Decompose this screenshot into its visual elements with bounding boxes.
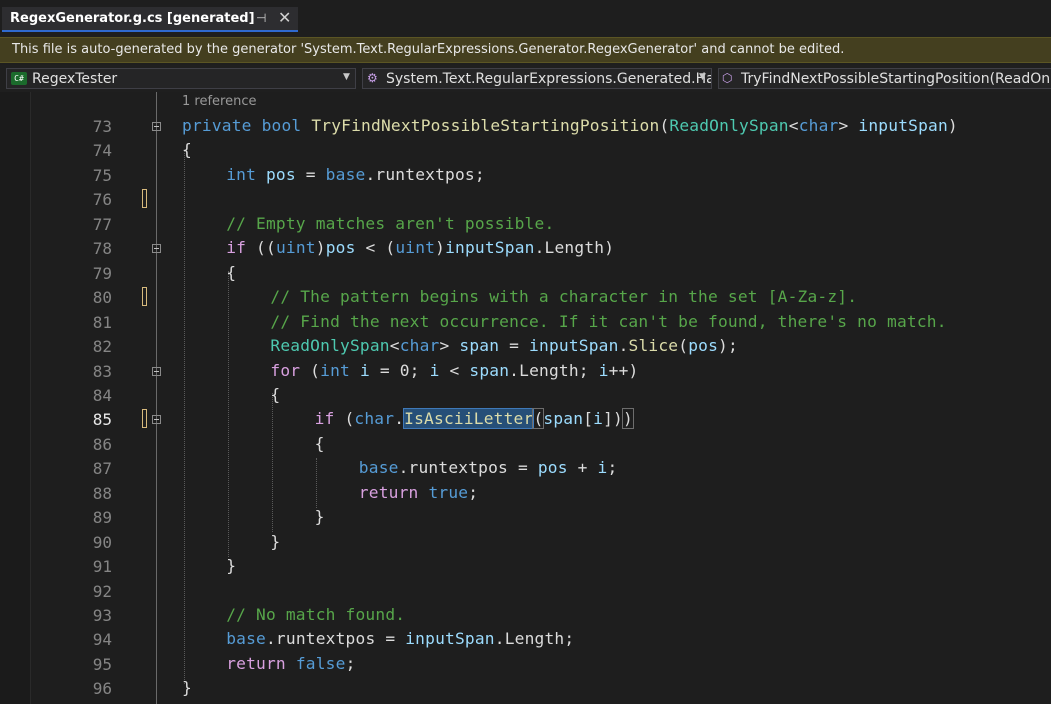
- code-line[interactable]: 79 {: [0, 261, 1051, 286]
- collapse-icon[interactable]: [152, 366, 161, 376]
- tab-title: RegexGenerator.g.cs [generated]: [10, 11, 255, 26]
- code-line[interactable]: 89}: [0, 505, 1051, 530]
- code-text: {: [314, 433, 325, 453]
- code-line[interactable]: 86 {: [0, 432, 1051, 457]
- line-number: 93: [92, 606, 112, 625]
- code-line[interactable]: 96}: [0, 676, 1051, 701]
- code-line[interactable]: 78 if ((uint)pos < (uint)inputSpan.Length…: [0, 236, 1051, 261]
- tab-regexgenerator[interactable]: RegexGenerator.g.cs [generated] ⊣ ✕: [2, 7, 298, 32]
- code-editor[interactable]: 1 reference 73 private bool TryFindNextPo…: [0, 92, 1051, 704]
- codelens-references[interactable]: 1 reference: [182, 94, 256, 109]
- line-number: 95: [92, 654, 112, 674]
- collapse-icon[interactable]: [152, 122, 161, 131]
- code-text: }: [314, 507, 325, 527]
- close-icon[interactable]: ✕: [278, 8, 291, 27]
- collapse-icon[interactable]: [152, 415, 161, 425]
- line-number: 77: [92, 214, 112, 234]
- csharp-project-icon: C#: [11, 72, 27, 85]
- type-dropdown[interactable]: ⚙ System.Text.RegularExpressions.Generat…: [362, 68, 712, 89]
- code-text: }: [226, 556, 237, 576]
- line-number: 82: [92, 337, 112, 357]
- line-number: 83: [92, 361, 112, 381]
- code-text: for (int i = 0; i < span.Length; i++): [270, 360, 639, 380]
- code-line[interactable]: 77 // Empty matches aren't possible.: [0, 212, 1051, 237]
- line-number: 85: [92, 410, 112, 430]
- code-text: }: [182, 678, 192, 698]
- project-name: RegexTester: [32, 71, 118, 87]
- code-text: private bool TryFindNextPossibleStarting…: [182, 116, 958, 135]
- member-name: TryFindNextPossibleStartingPosition(Read…: [741, 71, 1051, 87]
- code-text: if ((uint)pos < (uint)inputSpan.Length): [226, 238, 615, 258]
- member-dropdown[interactable]: ⬡ TryFindNextPossibleStartingPosition(Re…: [718, 68, 1051, 89]
- code-line[interactable]: 76: [0, 187, 1051, 212]
- code-line[interactable]: 73 private bool TryFindNextPossibleStarti…: [0, 114, 1051, 139]
- code-line[interactable]: 93 // No match found.: [0, 603, 1051, 628]
- chevron-down-icon[interactable]: ▼: [699, 72, 706, 82]
- line-number: 75: [92, 165, 112, 185]
- info-bar-message: This file is auto-generated by the gener…: [12, 42, 845, 57]
- code-text: // The pattern begins with a character i…: [270, 287, 858, 307]
- code-line[interactable]: 82 ReadOnlySpan<char> span = inputSpan.Sl…: [0, 334, 1051, 359]
- line-number: 81: [92, 312, 112, 332]
- change-indicator: [142, 409, 147, 429]
- line-number: 89: [92, 508, 112, 528]
- chevron-down-icon[interactable]: ▼: [343, 72, 350, 82]
- line-number: 96: [92, 679, 112, 699]
- pin-icon[interactable]: ⊣: [256, 11, 266, 25]
- info-bar: This file is auto-generated by the gener…: [0, 37, 1051, 63]
- line-number: 74: [92, 141, 112, 161]
- code-line[interactable]: 94 base.runtextpos = inputSpan.Length;: [0, 627, 1051, 652]
- collapse-icon[interactable]: [152, 244, 161, 254]
- code-line[interactable]: 85 if (char.IsAsciiLetter(span[i])): [0, 407, 1051, 432]
- code-line[interactable]: 92: [0, 579, 1051, 604]
- code-text: {: [182, 140, 192, 160]
- line-number: 79: [92, 263, 112, 283]
- code-text: if (char.IsAsciiLetter(span[i])): [314, 408, 634, 430]
- type-name: System.Text.RegularExpressions.Generated…: [386, 71, 712, 87]
- line-number: 84: [92, 385, 112, 405]
- code-line[interactable]: 83 for (int i = 0; i < span.Length; i++): [0, 359, 1051, 384]
- navigation-bar: C# RegexTester ▼ ⚙ System.Text.RegularEx…: [0, 65, 1051, 93]
- code-line[interactable]: 91}: [0, 554, 1051, 579]
- code-text: // No match found.: [226, 605, 406, 624]
- method-icon: ⬡: [722, 71, 733, 85]
- code-text: int pos = base.runtextpos;: [226, 164, 485, 184]
- line-number: 78: [92, 239, 112, 259]
- code-text: ReadOnlySpan<char> span = inputSpan.Slic…: [270, 336, 738, 356]
- code-line[interactable]: 90}: [0, 530, 1051, 555]
- code-text: }: [270, 531, 281, 551]
- code-line[interactable]: 74 {: [0, 138, 1051, 163]
- code-text: {: [226, 262, 237, 282]
- project-dropdown[interactable]: C# RegexTester ▼: [6, 68, 356, 89]
- line-number: 88: [92, 483, 112, 503]
- change-indicator: [142, 287, 147, 307]
- line-number: 90: [92, 532, 112, 552]
- code-line[interactable]: 95 return false;: [0, 652, 1051, 677]
- line-number: 92: [92, 581, 112, 601]
- change-indicator: [142, 189, 147, 209]
- code-line[interactable]: 80 // The pattern begins with a character…: [0, 285, 1051, 310]
- code-text: // Find the next occurrence. If it can't…: [270, 311, 947, 331]
- line-number: 86: [92, 434, 112, 454]
- code-text: return false;: [226, 653, 356, 673]
- code-text: // Empty matches aren't possible.: [226, 213, 555, 233]
- code-line[interactable]: 88 return true;: [0, 481, 1051, 506]
- code-line[interactable]: 75 int pos = base.runtextpos;: [0, 163, 1051, 188]
- code-line[interactable]: 81 // Find the next occurrence. If it can…: [0, 310, 1051, 335]
- code-line[interactable]: 84 {: [0, 383, 1051, 408]
- line-number: 91: [92, 557, 112, 577]
- code-line[interactable]: 87 base.runtextpos = pos + i;: [0, 456, 1051, 481]
- class-icon: ⚙: [367, 71, 378, 85]
- code-text: {: [270, 384, 281, 404]
- line-number: 73: [92, 117, 112, 136]
- code-text: base.runtextpos = inputSpan.Length;: [226, 629, 575, 649]
- line-number: 87: [92, 459, 112, 479]
- tab-bar: RegexGenerator.g.cs [generated] ⊣ ✕: [0, 0, 1051, 37]
- line-number: 76: [92, 190, 112, 210]
- code-text: base.runtextpos = pos + i;: [358, 458, 618, 478]
- code-text: return true;: [358, 482, 479, 502]
- line-number: 94: [92, 630, 112, 650]
- line-number: 80: [92, 288, 112, 308]
